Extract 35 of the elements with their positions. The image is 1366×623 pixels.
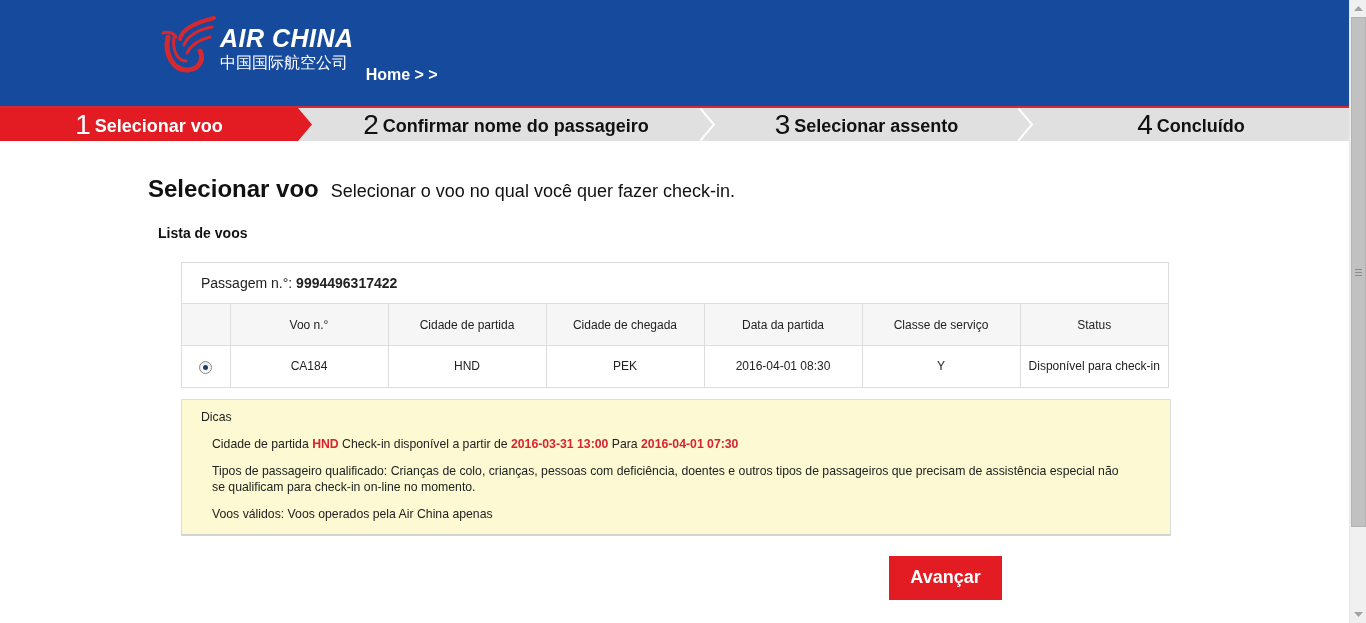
section-title: Lista de voos xyxy=(158,224,248,243)
ticket-number-text: Passagem n.°: 9994496317422 xyxy=(201,274,398,292)
tips-title: Dicas xyxy=(201,408,233,425)
table-cell: Y xyxy=(862,345,1020,387)
radio-button[interactable] xyxy=(199,360,213,374)
chevron-icon xyxy=(1018,108,1033,141)
page-title: Selecionar voo xyxy=(148,175,319,203)
progress-step: 4 Concluído xyxy=(1033,108,1349,141)
next-button[interactable]: Avançar xyxy=(889,555,1002,600)
tip-text: Cidade de partida HND Check-in disponível a partir de 2016-03-31 13:00 Para 2016-04-01 07:30 xyxy=(212,435,740,452)
table-cell: Disponível para check-in xyxy=(1020,345,1168,387)
table-cell: CA184 xyxy=(230,345,388,387)
progress-step: 1 Selecionar voo xyxy=(0,108,312,141)
breadcrumb-link[interactable]: Home > > xyxy=(365,65,438,85)
table-cell: PEK xyxy=(546,345,704,387)
progress-step: 2 Confirmar nome do passageiro xyxy=(312,108,700,141)
column-header: Voo n.° xyxy=(230,303,388,346)
column-header: Cidade de chegada xyxy=(546,303,704,346)
column-header: Status xyxy=(1020,303,1168,346)
tip-text: Tipos de passageiro qualificado: Crianças de colo, crianças, pessoas com deficiência, doentes e outros tipos de passageiros que precisam de assistência especial não se qualificam para check-in on-line no momento. xyxy=(212,462,1120,495)
scroll-down-icon[interactable] xyxy=(1353,612,1363,617)
tip-text: Voos válidos: Voos operados pela Air China apenas xyxy=(212,505,494,522)
column-header: Data da partida xyxy=(704,303,862,346)
column-header: Classe de serviço xyxy=(862,303,1020,346)
chevron-icon xyxy=(700,108,715,141)
scrollbar-thumb[interactable] xyxy=(1350,17,1366,527)
scroll-up-icon[interactable] xyxy=(1353,6,1363,11)
column-header: Cidade de partida xyxy=(388,303,546,346)
logo-chinese-name: 中国国际航空公司 xyxy=(220,52,349,74)
grip-icon xyxy=(1354,268,1362,276)
progress-step: 3 Selecionar assento xyxy=(715,108,1018,141)
logo-wordmark: AIR CHINA xyxy=(220,25,354,51)
table-cell: HND xyxy=(388,345,546,387)
table-cell: 2016-04-01 08:30 xyxy=(704,345,862,387)
page-subtitle: Selecionar o voo no qual você quer fazer check-in. xyxy=(330,180,735,202)
